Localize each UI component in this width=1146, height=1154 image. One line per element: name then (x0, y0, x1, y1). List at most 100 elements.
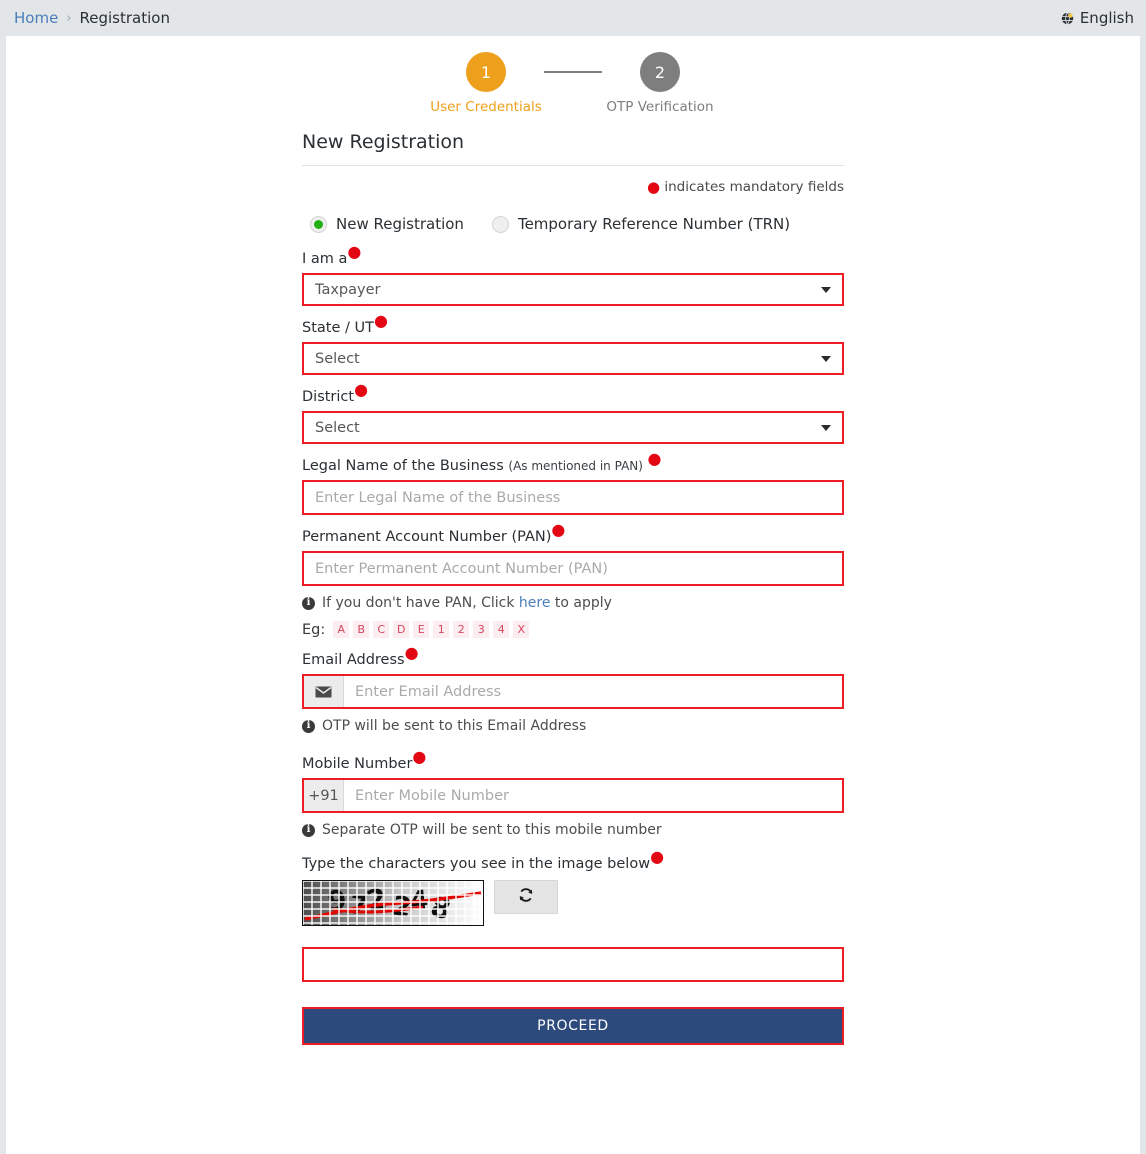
select-district-value: Select (304, 420, 821, 436)
legal-name-input[interactable] (304, 482, 842, 513)
radio-new-registration[interactable]: New Registration (310, 215, 464, 233)
content-frame: 1 User Credentials 2 OTP Verification Ne… (0, 36, 1146, 1154)
label-pan: Permanent Account Number (PAN)● (302, 529, 844, 545)
required-marker-icon: ● (650, 847, 664, 866)
field-captcha: Type the characters you see in the image… (302, 856, 844, 982)
mobile-input[interactable] (344, 780, 842, 811)
field-email: Email Address● i OTP will be sent to thi… (302, 652, 844, 734)
field-pan: Permanent Account Number (PAN)● i If you… (302, 529, 844, 638)
proceed-button-wrapper: PROCEED (302, 1007, 844, 1045)
label-state: State / UT● (302, 320, 844, 336)
pan-example-label: Eg: (302, 622, 325, 638)
radio-trn-icon (492, 216, 509, 233)
captcha-input[interactable] (304, 949, 842, 980)
input-captcha-wrapper[interactable] (302, 947, 844, 982)
label-legal-name-text: Legal Name of the Business (302, 458, 504, 474)
info-icon: i (302, 720, 315, 733)
country-code-prefix: +91 (304, 780, 344, 811)
label-mobile-text: Mobile Number (302, 756, 412, 772)
mandatory-fields-note: ● indicates mandatory fields (302, 166, 844, 195)
top-bar: Home › Registration English (0, 0, 1146, 36)
label-captcha: Type the characters you see in the image… (302, 856, 844, 872)
pan-example-char: C (373, 621, 389, 638)
page-title: New Registration (302, 131, 844, 166)
registration-stepper: 1 User Credentials 2 OTP Verification (6, 52, 1140, 115)
language-label: English (1080, 9, 1134, 27)
captcha-refresh-button[interactable] (494, 880, 558, 914)
proceed-button[interactable]: PROCEED (304, 1009, 842, 1043)
chevron-down-icon (821, 425, 831, 431)
radio-new-registration-label: New Registration (336, 215, 464, 233)
select-state-value: Select (304, 351, 821, 367)
language-selector[interactable]: English (1061, 9, 1134, 27)
label-email: Email Address● (302, 652, 844, 668)
info-icon: i (302, 597, 315, 610)
input-pan-wrapper[interactable] (302, 551, 844, 586)
globe-icon (1061, 12, 1074, 25)
required-marker-icon: ● (347, 242, 361, 261)
step-2-bubble: 2 (640, 52, 680, 92)
refresh-icon (518, 887, 534, 907)
pan-example-char: 3 (473, 621, 489, 638)
input-email-wrapper[interactable] (302, 674, 844, 709)
email-input[interactable] (344, 676, 842, 707)
radio-trn[interactable]: Temporary Reference Number (TRN) (492, 215, 790, 233)
select-i-am-a[interactable]: Taxpayer (302, 273, 844, 306)
pan-example-char: E (413, 621, 429, 638)
radio-trn-label: Temporary Reference Number (TRN) (518, 215, 790, 233)
pan-example-char: 1 (433, 621, 449, 638)
info-icon: i (302, 824, 315, 837)
breadcrumb-current: Registration (80, 9, 170, 27)
pan-example-char: A (333, 621, 349, 638)
select-district[interactable]: Select (302, 411, 844, 444)
step-connector (544, 71, 602, 73)
breadcrumb-separator-icon: › (66, 11, 71, 26)
pan-example-char: 2 (453, 621, 469, 638)
step-user-credentials[interactable]: 1 User Credentials (428, 52, 544, 115)
registration-type-radio-group: New Registration Temporary Reference Num… (302, 195, 844, 237)
select-i-am-a-value: Taxpayer (304, 282, 821, 298)
pan-example-char: D (393, 621, 409, 638)
pan-input[interactable] (304, 553, 842, 584)
label-district-text: District (302, 389, 354, 405)
registration-form: New Registration ● indicates mandatory f… (302, 131, 844, 1045)
step-1-label: User Credentials (430, 99, 542, 115)
pan-example-chars: A B C D E 1 2 3 4 X (333, 621, 529, 638)
select-state[interactable]: Select (302, 342, 844, 375)
chevron-down-icon (821, 287, 831, 293)
mobile-help-text: i Separate OTP will be sent to this mobi… (302, 822, 844, 838)
field-mobile: Mobile Number● +91 i Separate OTP will b… (302, 756, 844, 838)
mandatory-note-text: indicates mandatory fields (664, 179, 844, 195)
field-legal-name: Legal Name of the Business (As mentioned… (302, 458, 844, 515)
label-captcha-text: Type the characters you see in the image… (302, 856, 650, 872)
field-state: State / UT● Select (302, 320, 844, 375)
pan-help-text: i If you don't have PAN, Click here to a… (302, 595, 844, 611)
step-2-label: OTP Verification (606, 99, 713, 115)
breadcrumb-home-link[interactable]: Home (14, 9, 58, 27)
required-marker-icon: ● (648, 449, 662, 468)
label-mobile: Mobile Number● (302, 756, 844, 772)
required-marker-icon: ● (647, 178, 660, 196)
input-mobile-wrapper[interactable]: +91 (302, 778, 844, 813)
required-marker-icon: ● (374, 311, 388, 330)
breadcrumb: Home › Registration (14, 9, 170, 27)
pan-example-char: 4 (493, 621, 509, 638)
pan-apply-link[interactable]: here (519, 595, 551, 611)
pan-example-row: Eg: A B C D E 1 2 3 4 X (302, 621, 844, 638)
captcha-image: 9 7 2 2 4 8 (302, 880, 484, 926)
field-district: District● Select (302, 389, 844, 444)
step-otp-verification[interactable]: 2 OTP Verification (602, 52, 718, 115)
radio-new-registration-icon (310, 216, 327, 233)
input-legal-name-wrapper[interactable] (302, 480, 844, 515)
pan-example-char: B (353, 621, 369, 638)
label-legal-name: Legal Name of the Business (As mentioned… (302, 458, 844, 474)
field-i-am-a: I am a● Taxpayer (302, 251, 844, 306)
required-marker-icon: ● (551, 520, 565, 539)
required-marker-icon: ● (405, 643, 419, 662)
email-help-label: OTP will be sent to this Email Address (322, 718, 586, 734)
label-pan-text: Permanent Account Number (PAN) (302, 529, 551, 545)
pan-help-after: to apply (555, 595, 612, 611)
pan-example-char: X (513, 621, 529, 638)
pan-help-before: If you don't have PAN, Click (322, 595, 514, 611)
email-help-text: i OTP will be sent to this Email Address (302, 718, 844, 734)
